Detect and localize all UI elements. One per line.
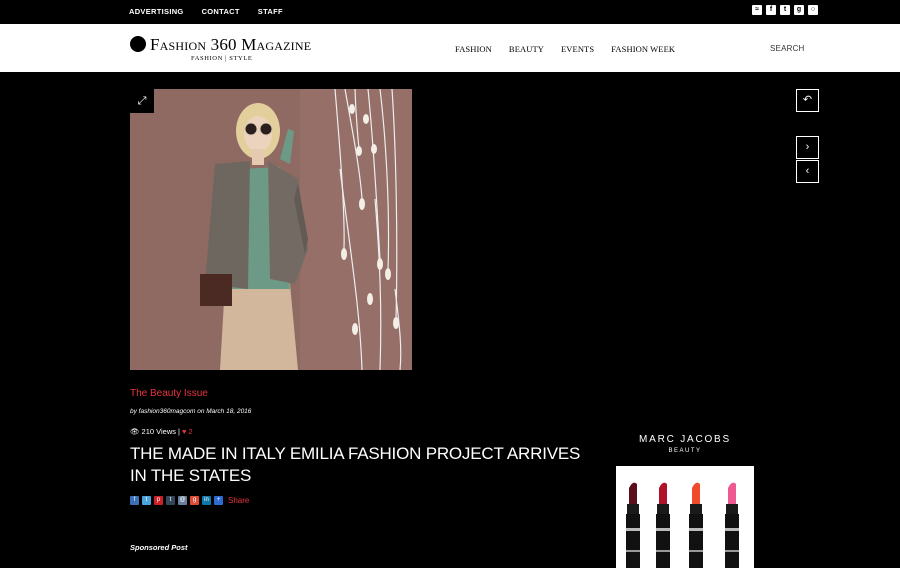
chevron-right-icon: › <box>805 141 810 153</box>
article-byline: by fashion360magcom on March 18, 2016 <box>130 408 252 415</box>
site-header: Fashion 360 Magazine FASHION | STYLE FAS… <box>0 24 900 72</box>
ad-brand[interactable]: MARC JACOBS <box>616 434 754 445</box>
nav-events[interactable]: EVENTS <box>561 44 594 54</box>
facebook-share-icon[interactable]: f <box>130 496 139 505</box>
logo-dot-icon[interactable] <box>130 36 146 52</box>
search-button[interactable]: SEARCH <box>770 44 805 53</box>
instagram-icon[interactable]: ○ <box>808 5 818 15</box>
article-title: THE MADE IN ITALY EMILIA FASHION PROJECT… <box>130 444 581 485</box>
email-share-icon[interactable]: @ <box>178 496 187 505</box>
stats-separator: | <box>178 427 180 436</box>
advertising-link[interactable]: ADVERTISING <box>129 7 184 16</box>
social-icons: ≈ f t g ○ <box>752 5 818 15</box>
tumblr-share-icon[interactable]: t <box>166 496 175 505</box>
google-plus-icon[interactable]: g <box>794 5 804 15</box>
eye-icon: 👁 <box>130 427 140 436</box>
logo-title[interactable]: Fashion 360 Magazine <box>150 35 311 55</box>
sponsored-label: Sponsored Post <box>130 543 188 552</box>
reply-arrow-icon: ↶ <box>802 94 813 106</box>
heart-icon[interactable]: ♥ <box>182 427 186 436</box>
next-button[interactable]: › <box>796 136 819 159</box>
linkedin-share-icon[interactable]: in <box>202 496 211 505</box>
top-bar: ADVERTISING CONTACT STAFF ≈ f t g ○ <box>0 0 900 24</box>
share-bar: f t p t @ g in + Share <box>130 496 249 505</box>
views-count: 210 Views <box>141 427 176 436</box>
article-stats: 👁 210 Views | ♥ 2 <box>130 427 193 436</box>
prev-button[interactable]: ‹ <box>796 160 819 183</box>
staff-link[interactable]: STAFF <box>258 7 283 16</box>
nav-beauty[interactable]: BEAUTY <box>509 44 544 54</box>
logo-subtitle: FASHION | STYLE <box>191 55 253 62</box>
twitter-share-icon[interactable]: t <box>142 496 151 505</box>
facebook-icon[interactable]: f <box>766 5 776 15</box>
article-category[interactable]: The Beauty Issue <box>130 388 208 399</box>
back-button[interactable]: ↶ <box>796 89 819 112</box>
twitter-icon[interactable]: t <box>780 5 790 15</box>
main-nav: FASHION BEAUTY EVENTS FASHION WEEK <box>455 44 675 54</box>
pinterest-share-icon[interactable]: p <box>154 496 163 505</box>
nav-fashion[interactable]: FASHION <box>455 44 492 54</box>
nav-fashion-week[interactable]: FASHION WEEK <box>611 44 675 54</box>
ad-subtitle: BEAUTY <box>668 448 702 454</box>
model-illustration <box>130 89 412 370</box>
chevron-left-icon: ‹ <box>805 165 810 177</box>
lipstick-illustration <box>616 466 754 568</box>
rss-icon[interactable]: ≈ <box>752 5 762 15</box>
lipstick-ad[interactable] <box>616 466 754 568</box>
share-link[interactable]: Share <box>228 496 249 505</box>
likes-count: 2 <box>188 427 193 436</box>
article-photo[interactable] <box>130 89 412 370</box>
google-plus-share-icon[interactable]: g <box>190 496 199 505</box>
expand-icon[interactable]: ⤢ <box>130 89 154 113</box>
plus-share-icon[interactable]: + <box>214 496 223 505</box>
contact-link[interactable]: CONTACT <box>202 7 240 16</box>
top-links: ADVERTISING CONTACT STAFF <box>129 7 283 16</box>
